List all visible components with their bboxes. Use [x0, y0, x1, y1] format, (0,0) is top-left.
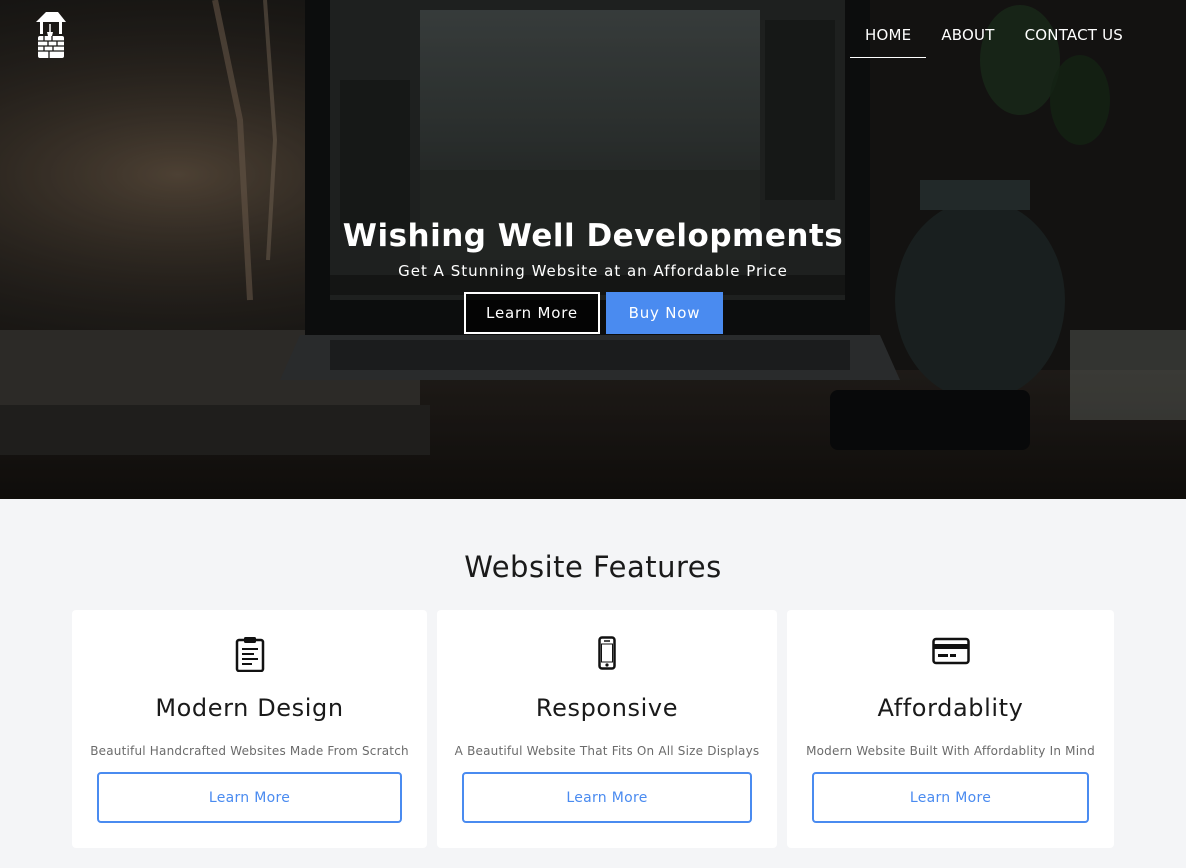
feature-card-description: Modern Website Built With Affordablity I…: [806, 744, 1095, 758]
feature-card-learn-more-button[interactable]: Learn More: [462, 772, 752, 823]
top-navigation: HOME ABOUT CONTACT US: [850, 22, 1138, 58]
feature-card-title: Affordablity: [877, 694, 1024, 722]
wishing-well-logo[interactable]: [32, 10, 68, 58]
feature-card-responsive: Responsive A Beautiful Website That Fits…: [437, 610, 777, 848]
hero-title: Wishing Well Developments: [342, 218, 844, 254]
hero-buy-now-button[interactable]: Buy Now: [606, 292, 723, 334]
feature-card-affordability: Affordablity Modern Website Built With A…: [787, 610, 1114, 848]
hero-buttons: Learn More Buy Now: [464, 292, 723, 334]
hero-subtitle: Get A Stunning Website at an Affordable …: [398, 262, 788, 280]
feature-card-description: Beautiful Handcrafted Websites Made From…: [90, 744, 409, 758]
feature-card-modern-design: Modern Design Beautiful Handcrafted Webs…: [72, 610, 427, 848]
nav-item-contact-us[interactable]: CONTACT US: [1010, 22, 1138, 58]
nav-item-about[interactable]: ABOUT: [926, 22, 1009, 58]
feature-card-title: Modern Design: [155, 694, 344, 722]
feature-card-learn-more-button[interactable]: Learn More: [97, 772, 402, 823]
clipboard-icon: [235, 637, 264, 672]
hero-section: HOME ABOUT CONTACT US Wishing Well Devel…: [0, 0, 1186, 499]
feature-card-description: A Beautiful Website That Fits On All Siz…: [454, 744, 760, 758]
credit-card-icon: [931, 637, 970, 665]
nav-item-home[interactable]: HOME: [850, 22, 927, 58]
hero-learn-more-button[interactable]: Learn More: [464, 292, 600, 334]
features-section-title: Website Features: [464, 550, 722, 584]
feature-card-learn-more-button[interactable]: Learn More: [812, 772, 1089, 823]
feature-card-title: Responsive: [535, 694, 679, 722]
mobile-phone-icon: [598, 636, 616, 670]
